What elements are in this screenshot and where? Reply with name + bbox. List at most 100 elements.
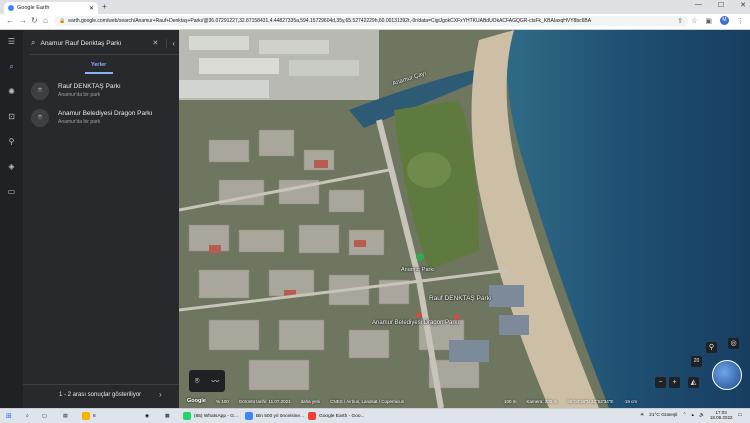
result-item[interactable]: ⌾ Rauf DENKTAŞ Parkı Anamur'da bir park xyxy=(31,80,179,102)
network-icon[interactable]: ▴ xyxy=(692,413,694,418)
volume-icon[interactable]: 🔈 xyxy=(699,413,705,418)
notifications-icon[interactable]: ▭ xyxy=(737,413,742,418)
taskbar-app[interactable]: (65) WhatsApp - G... xyxy=(183,410,238,422)
zoom-in-button[interactable]: + xyxy=(669,377,680,388)
pegman-control-icon[interactable]: ⚲ xyxy=(706,342,717,353)
collapse-panel-icon[interactable]: ‹ xyxy=(166,38,175,48)
forward-icon[interactable]: → xyxy=(19,16,27,25)
taskbar-search-icon[interactable]: ⌕ xyxy=(26,410,29,422)
search-input[interactable]: Anamur Rauf Denktaş Parkı xyxy=(40,40,152,47)
camera-altitude: Kamera: 302 m xyxy=(526,398,558,404)
google-earth-icon xyxy=(308,412,316,420)
result-title: Rauf DENKTAŞ Parkı xyxy=(58,83,121,90)
imagery-credits: CNES / Airbus, Landsat / Copernicus xyxy=(330,398,404,404)
search-box: ⌕ Anamur Rauf Denktaş Parkı ✕ ‹ xyxy=(29,32,195,55)
result-subtitle: Anamur'da bir park xyxy=(58,92,101,98)
clear-search-icon[interactable]: ✕ xyxy=(152,39,158,47)
result-subtitle: Anamur'da bir park xyxy=(58,119,101,125)
layers-icon[interactable]: ◈ xyxy=(6,161,17,172)
park-label-dragon[interactable]: Anamur Belediyesi Dragon Parkı xyxy=(372,320,459,326)
tilt-icon[interactable]: ◭ xyxy=(688,377,699,388)
more-menu-icon[interactable]: ⋮ xyxy=(737,17,744,25)
browser-tab[interactable]: Google Earth ✕ xyxy=(4,2,98,14)
zoom-out-button[interactable]: − xyxy=(655,377,666,388)
menu-icon[interactable]: ☰ xyxy=(6,36,17,47)
notification-badge[interactable]: 6 xyxy=(82,410,96,422)
google-logo: Google xyxy=(187,398,206,404)
window-controls: — ☐ ✕ xyxy=(695,1,746,9)
search-panel: ⌕ Anamur Rauf Denktaş Parkı ✕ ‹ Yerler ⌾… xyxy=(23,30,179,408)
taskbar-app[interactable]: Google Earth - Goo... xyxy=(308,410,365,422)
back-icon[interactable]: ← xyxy=(6,16,14,25)
url-text: earth.google.com/web/search/Anamur+Rauf+… xyxy=(68,18,592,24)
map-status-bar: Google % 100 Görüntü tarihi: 11.07.2021 … xyxy=(179,394,750,408)
imagery-freshness: daha yeni xyxy=(300,398,321,404)
toolbar-actions: ⇪ ☆ ▣ M ⋮ xyxy=(677,16,744,25)
taskbar-app[interactable]: Bin 500 yıl önceisine... xyxy=(245,410,304,422)
new-tab-icon[interactable]: + xyxy=(102,2,107,11)
projects-icon[interactable]: ⊡ xyxy=(6,111,17,122)
draw-path-icon[interactable]: 〰 xyxy=(211,376,219,387)
lock-icon: 🔒 xyxy=(59,18,66,24)
compass-tilt-button[interactable]: 20 xyxy=(691,356,702,367)
location-pin-icon[interactable]: ⌾ xyxy=(195,376,200,386)
minimize-icon[interactable]: — xyxy=(695,1,702,9)
place-marker-green xyxy=(416,253,424,261)
pegman-icon[interactable]: ⚲ xyxy=(6,136,17,147)
my-location-icon[interactable]: ◎ xyxy=(728,338,739,349)
os-taskbar: ⊞ ⌕ ▢ ▤ 6 ◉ ▦ (65) WhatsApp - G... Bin 5… xyxy=(0,408,750,423)
tray-overflow-icon[interactable]: ⌃ xyxy=(682,413,686,418)
share-icon[interactable]: ⇪ xyxy=(677,17,683,25)
taskbar-app-label: (65) WhatsApp - G... xyxy=(194,413,238,419)
clock-date: 18.09.2022 xyxy=(709,415,733,420)
address-bar[interactable]: 🔒 earth.google.com/web/search/Anamur+Rauf… xyxy=(54,16,688,26)
park-label-rauf-denktas[interactable]: Rauf DENKTAŞ Parkı xyxy=(429,295,492,302)
home-icon[interactable]: ⌂ xyxy=(43,16,48,25)
results-footer: 1 - 2 arası sonuçlar gösteriliyor › xyxy=(23,384,179,409)
browser-toolbar: ← → ↻ ⌂ 🔒 earth.google.com/web/search/Ana… xyxy=(0,14,750,30)
result-title: Anamur Belediyesi Dragon Parkı xyxy=(58,110,153,117)
results-tabs: Yerler xyxy=(23,60,179,74)
whatsapp-icon xyxy=(183,412,191,420)
bookmark-star-icon[interactable]: ☆ xyxy=(691,17,697,25)
start-icon[interactable]: ⊞ xyxy=(6,410,12,422)
search-icon[interactable]: ⌕ xyxy=(6,61,17,72)
clock[interactable]: 17:03 18.09.2022 xyxy=(710,410,733,420)
globe-view-icon[interactable] xyxy=(712,360,742,390)
notification-count: 6 xyxy=(93,413,96,419)
close-tab-icon[interactable]: ✕ xyxy=(89,5,94,12)
chrome-icon xyxy=(245,412,253,420)
profile-avatar[interactable]: M xyxy=(720,16,729,25)
extensions-icon[interactable]: ▣ xyxy=(705,17,712,25)
result-item[interactable]: ⌾ Anamur Belediyesi Dragon Parkı Anamur'… xyxy=(31,107,179,129)
map-tools: ⌾ 〰 xyxy=(189,370,225,392)
imagery-date[interactable]: Görüntü tarihi: 11.07.2021 xyxy=(239,399,291,404)
weather-icon: ☀ xyxy=(639,412,645,418)
place-label[interactable]: Anamur Parkı xyxy=(401,267,435,273)
next-page-icon[interactable]: › xyxy=(159,390,162,399)
tab-title: Google Earth xyxy=(17,5,50,11)
tab-places[interactable]: Yerler xyxy=(91,62,106,68)
widgets-icon[interactable]: ▤ xyxy=(63,410,68,422)
app-rail: ☰ ⌕ ✺ ⊡ ⚲ ◈ ▭ xyxy=(0,30,23,408)
chat-icon xyxy=(82,412,90,420)
place-pin-icon: ⌾ xyxy=(31,109,49,127)
voyager-icon[interactable]: ✺ xyxy=(6,86,17,97)
satellite-map[interactable]: Anamur Çayı Anamur Parkı Rauf DENKTAŞ Pa… xyxy=(179,30,750,408)
reload-icon[interactable]: ↻ xyxy=(31,16,38,25)
place-marker-red xyxy=(454,314,460,320)
coordinates: 36°04'18"N 32°52'34"E xyxy=(567,398,614,404)
weather-text[interactable]: 21°C Güneşli xyxy=(649,413,677,418)
task-view-icon[interactable]: ▢ xyxy=(42,410,47,422)
edge-icon[interactable]: ◉ xyxy=(145,410,149,422)
measure-icon[interactable]: ▭ xyxy=(6,186,17,197)
maximize-icon[interactable]: ☐ xyxy=(718,1,724,9)
browser-tab-strip: Google Earth ✕ + — ☐ ✕ xyxy=(0,0,750,14)
file-explorer-icon[interactable]: ▦ xyxy=(165,410,170,422)
search-row: ⌕ Anamur Rauf Denktaş Parkı ✕ ‹ xyxy=(29,32,179,55)
imagery-scale: % 100 xyxy=(215,398,229,404)
search-field-icon: ⌕ xyxy=(31,38,36,47)
taskbar-app-label: Google Earth - Goo... xyxy=(319,413,365,419)
close-window-icon[interactable]: ✕ xyxy=(740,1,746,9)
system-tray: ☀ 21°C Güneşli ⌃ ▴ 🔈 17:03 18.09.2022 ▭ xyxy=(640,410,742,420)
